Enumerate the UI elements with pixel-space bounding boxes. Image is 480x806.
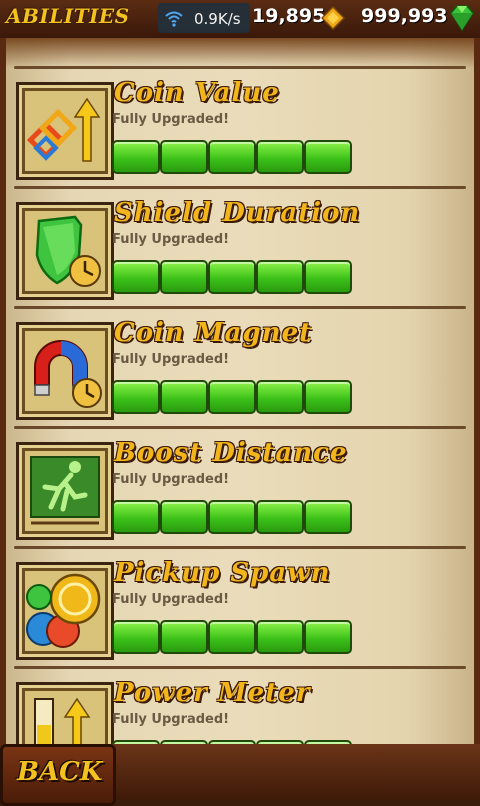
upgrade-segment: [112, 620, 160, 654]
ability-row-coin-value[interactable]: Coin Value Fully Upgraded!: [0, 74, 480, 194]
divider: [14, 66, 466, 69]
ability-title: Shield Duration: [114, 198, 361, 228]
upgrade-segment: [208, 260, 256, 294]
ability-status: Fully Upgraded!: [112, 472, 230, 487]
ability-title: Coin Value: [114, 78, 280, 108]
upgrade-segment: [304, 260, 352, 294]
upgrade-segment: [256, 140, 304, 174]
coin-icon: [321, 6, 345, 30]
upgrade-segment: [208, 140, 256, 174]
network-speed: 0.9K/s: [194, 10, 241, 28]
upgrade-segment: [160, 620, 208, 654]
magnet-icon: [25, 331, 105, 411]
coin-count: 19,895: [252, 5, 326, 27]
upgrade-segment: [304, 620, 352, 654]
upgrade-segment: [160, 140, 208, 174]
back-button[interactable]: BACK: [0, 744, 116, 806]
ability-row-coin-magnet[interactable]: Coin Magnet Fully Upgraded!: [0, 314, 480, 434]
upgrade-segment: [304, 500, 352, 534]
coin-value-icon: [25, 91, 105, 171]
pickup-spawn-icon-frame: [16, 562, 114, 660]
upgrade-segment: [160, 260, 208, 294]
ability-row-pickup-spawn[interactable]: Pickup Spawn Fully Upgraded!: [0, 554, 480, 674]
ability-status: Fully Upgraded!: [112, 592, 230, 607]
ability-status: Fully Upgraded!: [112, 112, 230, 127]
wifi-icon: [165, 11, 183, 27]
network-indicator: 0.9K/s: [158, 3, 250, 33]
upgrade-segment: [208, 380, 256, 414]
screen-title: ABILITIES: [6, 4, 130, 28]
shield-icon: [25, 211, 105, 291]
pickup-icon: [25, 571, 105, 651]
upgrade-segment: [112, 500, 160, 534]
upgrade-segment: [256, 620, 304, 654]
bottom-bar: [110, 744, 480, 800]
coin-value-icon-frame: [16, 82, 114, 180]
shield-duration-icon-frame: [16, 202, 114, 300]
upgrade-segment: [256, 500, 304, 534]
upgrade-segment: [256, 380, 304, 414]
ability-title: Coin Magnet: [114, 318, 313, 348]
upgrade-segment: [160, 500, 208, 534]
ability-title: Pickup Spawn: [114, 558, 331, 588]
ability-status: Fully Upgraded!: [112, 712, 230, 727]
upgrade-segment: [160, 380, 208, 414]
coin-magnet-icon-frame: [16, 322, 114, 420]
upgrade-segment: [208, 620, 256, 654]
ability-status: Fully Upgraded!: [112, 232, 230, 247]
upgrade-segment: [112, 380, 160, 414]
boost-distance-icon-frame: [16, 442, 114, 540]
ability-row-boost-distance[interactable]: Boost Distance Fully Upgraded!: [0, 434, 480, 554]
runner-icon: [25, 451, 105, 531]
upgrade-segment: [304, 140, 352, 174]
top-bar: ABILITIES 0.9K/s 19,895 999,993: [0, 0, 480, 40]
upgrade-segment: [304, 380, 352, 414]
ability-title: Boost Distance: [114, 438, 348, 468]
upgrade-segment: [112, 260, 160, 294]
upgrade-segment: [256, 260, 304, 294]
ability-row-shield-duration[interactable]: Shield Duration Fully Upgraded!: [0, 194, 480, 314]
ability-title: Power Meter: [114, 678, 311, 708]
upgrade-segment: [208, 500, 256, 534]
upgrade-segment: [112, 140, 160, 174]
back-button-label: BACK: [17, 757, 103, 787]
ability-status: Fully Upgraded!: [112, 352, 230, 367]
gem-count: 999,993: [361, 5, 448, 27]
gem-icon: [450, 5, 474, 32]
